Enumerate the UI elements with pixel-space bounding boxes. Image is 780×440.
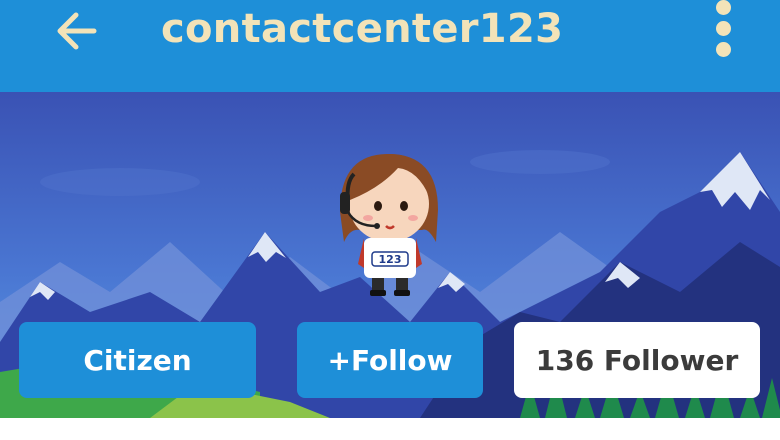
followers-count-button[interactable]: 136 Follower	[514, 322, 760, 398]
back-button[interactable]	[46, 6, 106, 56]
citizen-button[interactable]: Citizen	[19, 322, 256, 398]
arrow-left-icon	[57, 12, 97, 50]
follow-button[interactable]: +Follow	[297, 322, 483, 398]
more-dot	[716, 21, 731, 36]
app-header: contactcenter123	[0, 0, 780, 92]
divider	[0, 418, 780, 440]
more-options-button[interactable]	[700, 0, 746, 64]
more-dot	[716, 42, 731, 57]
avatar-badge-text: 123	[379, 253, 402, 266]
more-vertical-icon	[716, 0, 731, 15]
page-title: contactcenter123	[161, 6, 564, 52]
